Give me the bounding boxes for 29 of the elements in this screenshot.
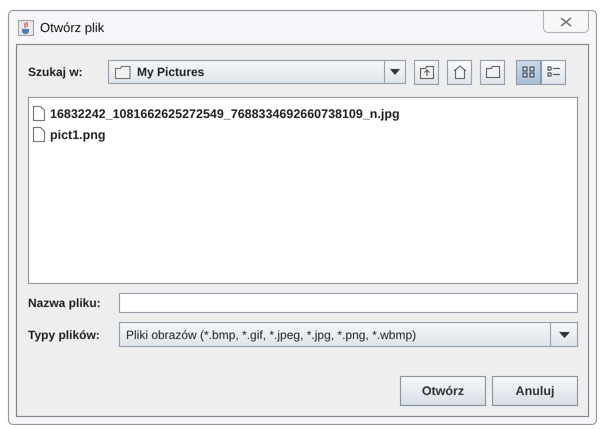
java-cup-icon bbox=[18, 20, 34, 36]
folder-up-icon bbox=[420, 66, 434, 78]
new-folder-icon bbox=[486, 66, 500, 78]
cancel-button[interactable]: Anuluj bbox=[492, 376, 578, 406]
caret-icon bbox=[558, 332, 570, 338]
file-item[interactable]: pict1.png bbox=[33, 124, 109, 145]
up-folder-button[interactable] bbox=[414, 60, 439, 84]
open-button[interactable]: Otwórz bbox=[400, 376, 486, 406]
close-icon bbox=[560, 16, 572, 26]
file-name-field[interactable] bbox=[119, 293, 578, 313]
new-folder-button[interactable] bbox=[480, 60, 505, 84]
window-title: Otwórz plik bbox=[40, 20, 104, 35]
details-list-icon bbox=[546, 66, 560, 78]
home-button[interactable] bbox=[447, 60, 472, 84]
home-icon bbox=[452, 65, 466, 79]
file-type-label: Typy plików: bbox=[28, 328, 101, 342]
folder-icon bbox=[115, 66, 131, 78]
file-item[interactable]: 16832242_1081662625272549_7688334692660738109_n.jpg bbox=[33, 103, 403, 124]
close-button[interactable] bbox=[543, 11, 589, 33]
grid-icon bbox=[522, 66, 536, 78]
caret-icon bbox=[390, 69, 400, 75]
look-in-dropdown[interactable]: My Pictures bbox=[108, 60, 406, 84]
file-name-label: Nazwa pliku: bbox=[28, 296, 102, 310]
file-icon bbox=[33, 127, 45, 142]
list-view-button[interactable] bbox=[516, 60, 541, 84]
file-type-dropdown[interactable]: Pliki obrazów (*.bmp, *.gif, *.jpeg, *.jpg, *.png, *.wbmp) bbox=[119, 322, 578, 347]
details-view-button[interactable] bbox=[541, 60, 566, 84]
look-in-label: Szukaj w: bbox=[28, 65, 84, 79]
file-icon bbox=[33, 106, 45, 121]
